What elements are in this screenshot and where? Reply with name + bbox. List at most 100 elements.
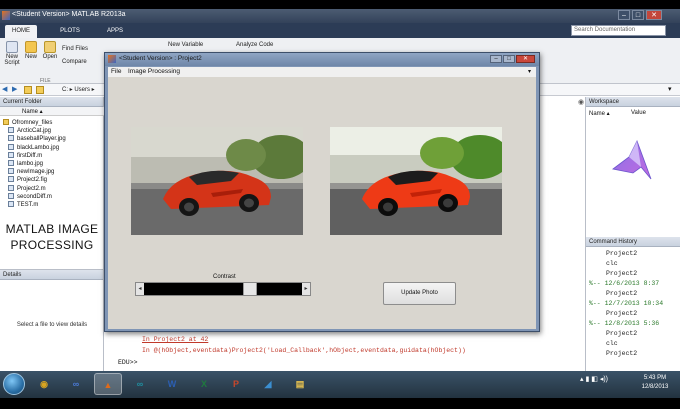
slider-thumb[interactable] <box>243 283 258 295</box>
update-photo-button[interactable]: Update Photo <box>383 282 456 305</box>
close-button[interactable]: ✕ <box>646 10 662 20</box>
new-button[interactable]: New <box>23 41 39 60</box>
workspace-value-header[interactable]: Value <box>631 110 646 116</box>
name-column-header[interactable]: Name ▴ <box>0 107 104 116</box>
name-column-label: Name ▴ <box>22 109 43 115</box>
minimize-button[interactable]: – <box>618 10 630 20</box>
file-list-item[interactable]: baseballPlayer.jpg <box>8 135 66 143</box>
file-list-item[interactable]: ArcticCat.jpg <box>8 127 51 135</box>
file-name: Ofromney_files <box>12 120 53 126</box>
slider-left-arrow-icon[interactable]: ◂ <box>136 283 144 295</box>
file-icon <box>8 201 14 207</box>
history-entry[interactable]: Project2 <box>606 310 637 317</box>
menu-image-processing[interactable]: Image Processing <box>128 68 180 75</box>
taskbar-word-icon[interactable]: W <box>158 373 186 395</box>
new-script-button[interactable]: New Script <box>3 41 21 66</box>
matlab-membrane-logo <box>612 139 652 180</box>
file-name: blackLambo.jpg <box>17 144 60 151</box>
taskbar-infinity-icon[interactable]: ∞ <box>62 373 90 395</box>
file-list-item[interactable]: Ofromney_files <box>3 119 52 127</box>
file-list-item[interactable]: Project2.m <box>8 184 46 193</box>
taskbar-excel-icon[interactable]: X <box>190 373 218 395</box>
system-tray[interactable]: ▴ ▮ ◧ ◂)) <box>580 375 608 383</box>
find-files-button[interactable]: Find Files <box>62 46 98 52</box>
file-list-item[interactable]: secondDiff.m <box>8 192 52 201</box>
file-list-item[interactable]: newImage.jpg <box>8 168 54 176</box>
history-entry[interactable]: Project2 <box>606 290 637 297</box>
file-icon <box>8 184 14 191</box>
menubar-chevron-icon[interactable]: ▾ <box>528 68 531 75</box>
open-button[interactable]: Open <box>41 41 59 60</box>
figure-maximize-button[interactable]: □ <box>503 55 515 63</box>
forward-icon[interactable]: ▶ <box>12 85 17 93</box>
figure-close-button[interactable]: ✕ <box>516 55 535 63</box>
history-entry[interactable]: Project2 <box>606 270 637 277</box>
windows-taskbar: ◉ ∞ ▲ ∞ W X P ◢ ▤ ▴ ▮ ◧ ◂)) 5:43 PM 12/8/2013 <box>0 371 680 398</box>
file-list-item[interactable]: firstDiff.m <box>8 151 42 160</box>
search-documentation-input[interactable]: Search Documentation <box>571 25 666 36</box>
figure-title: <Student Version> : Project2 <box>119 55 202 62</box>
taskbar-app-icon[interactable]: ◢ <box>254 373 282 395</box>
new-script-label: New Script <box>4 54 20 66</box>
folder-up-icon[interactable] <box>24 86 32 94</box>
history-entry[interactable]: clc <box>606 340 618 347</box>
error-line-2[interactable]: In @(hObject,eventdata)Project2('Load_Ca… <box>142 347 466 354</box>
figure-titlebar[interactable]: <Student Version> : Project2 – □ ✕ <box>105 53 539 66</box>
file-icon <box>8 127 14 134</box>
contrast-slider[interactable]: ◂ ▸ <box>135 282 311 296</box>
taskbar-clock[interactable]: 5:43 PM 12/8/2013 <box>635 374 675 392</box>
browse-folder-icon[interactable] <box>36 86 44 94</box>
file-list-item[interactable]: lambo.jpg <box>8 160 43 168</box>
file-icon <box>8 192 14 199</box>
tab-apps[interactable]: APPS <box>100 25 130 38</box>
file-icon <box>8 160 14 166</box>
compare-button[interactable]: Compare <box>62 59 98 65</box>
taskbar-matlab-icon[interactable]: ▲ <box>94 373 122 395</box>
analyze-code-button[interactable]: Analyze Code <box>236 42 281 48</box>
history-entry[interactable]: Project2 <box>606 330 637 337</box>
start-button[interactable] <box>3 373 25 395</box>
history-session-separator[interactable]: %-- 12/6/2013 8:37 <box>589 280 659 287</box>
analyze-code-label: Analyze Code <box>236 42 274 48</box>
command-prompt[interactable]: EDU>> <box>118 359 138 366</box>
folder-icon <box>3 119 9 125</box>
taskbar-explorer-icon[interactable]: ▤ <box>286 373 314 395</box>
new-variable-button[interactable]: New Variable <box>168 42 213 48</box>
history-entry[interactable]: clc <box>606 260 618 267</box>
file-name: newImage.jpg <box>17 169 55 176</box>
original-image-axes <box>131 127 303 235</box>
history-session-separator[interactable]: %-- 12/8/2013 5:36 <box>589 320 659 327</box>
figure-window[interactable]: <Student Version> : Project2 – □ ✕ File … <box>104 52 540 332</box>
command-window-options-icon[interactable]: ◉ <box>578 98 584 106</box>
menu-file[interactable]: File <box>111 68 121 75</box>
history-session-separator[interactable]: %-- 12/7/2013 10:34 <box>589 300 663 307</box>
search-icon[interactable]: ⚲ <box>657 25 663 34</box>
figure-minimize-button[interactable]: – <box>490 55 502 63</box>
taskbar-powerpoint-icon[interactable]: P <box>222 373 250 395</box>
file-list-item[interactable]: blackLambo.jpg <box>8 143 60 152</box>
file-list-item[interactable]: Project2.fig <box>8 176 47 184</box>
workspace-name-header[interactable]: Name ▴ <box>589 110 610 117</box>
open-label: Open <box>42 54 58 60</box>
file-name: secondDiff.m <box>17 193 52 200</box>
slider-right-arrow-icon[interactable]: ▸ <box>302 283 310 295</box>
address-dropdown-icon[interactable]: ▾ <box>668 85 672 93</box>
command-history-title: Command History <box>586 237 680 247</box>
taskbar-arduino-icon[interactable]: ∞ <box>126 373 154 395</box>
file-name: ArcticCat.jpg <box>17 128 52 135</box>
tab-home[interactable]: HOME <box>5 25 37 38</box>
details-panel: Details Select a file to view details <box>0 269 104 371</box>
caption-line-2: PROCESSING <box>10 238 94 252</box>
tab-plots[interactable]: PLOTS <box>55 25 85 38</box>
maximize-button[interactable]: □ <box>632 10 644 20</box>
current-path[interactable]: C: ▸ Users ▸ <box>62 86 95 93</box>
error-line-1[interactable]: In Project2 at 42 <box>142 336 208 343</box>
back-icon[interactable]: ◀ <box>2 85 7 93</box>
current-folder-title: Current Folder <box>0 97 103 107</box>
history-entry[interactable]: Project2 <box>606 250 637 257</box>
file-name: baseballPlayer.jpg <box>17 136 66 143</box>
new-icon <box>25 41 37 53</box>
file-list-item[interactable]: TEST.m <box>8 201 38 209</box>
taskbar-chrome-icon[interactable]: ◉ <box>30 373 58 395</box>
history-entry[interactable]: Project2 <box>606 350 637 357</box>
